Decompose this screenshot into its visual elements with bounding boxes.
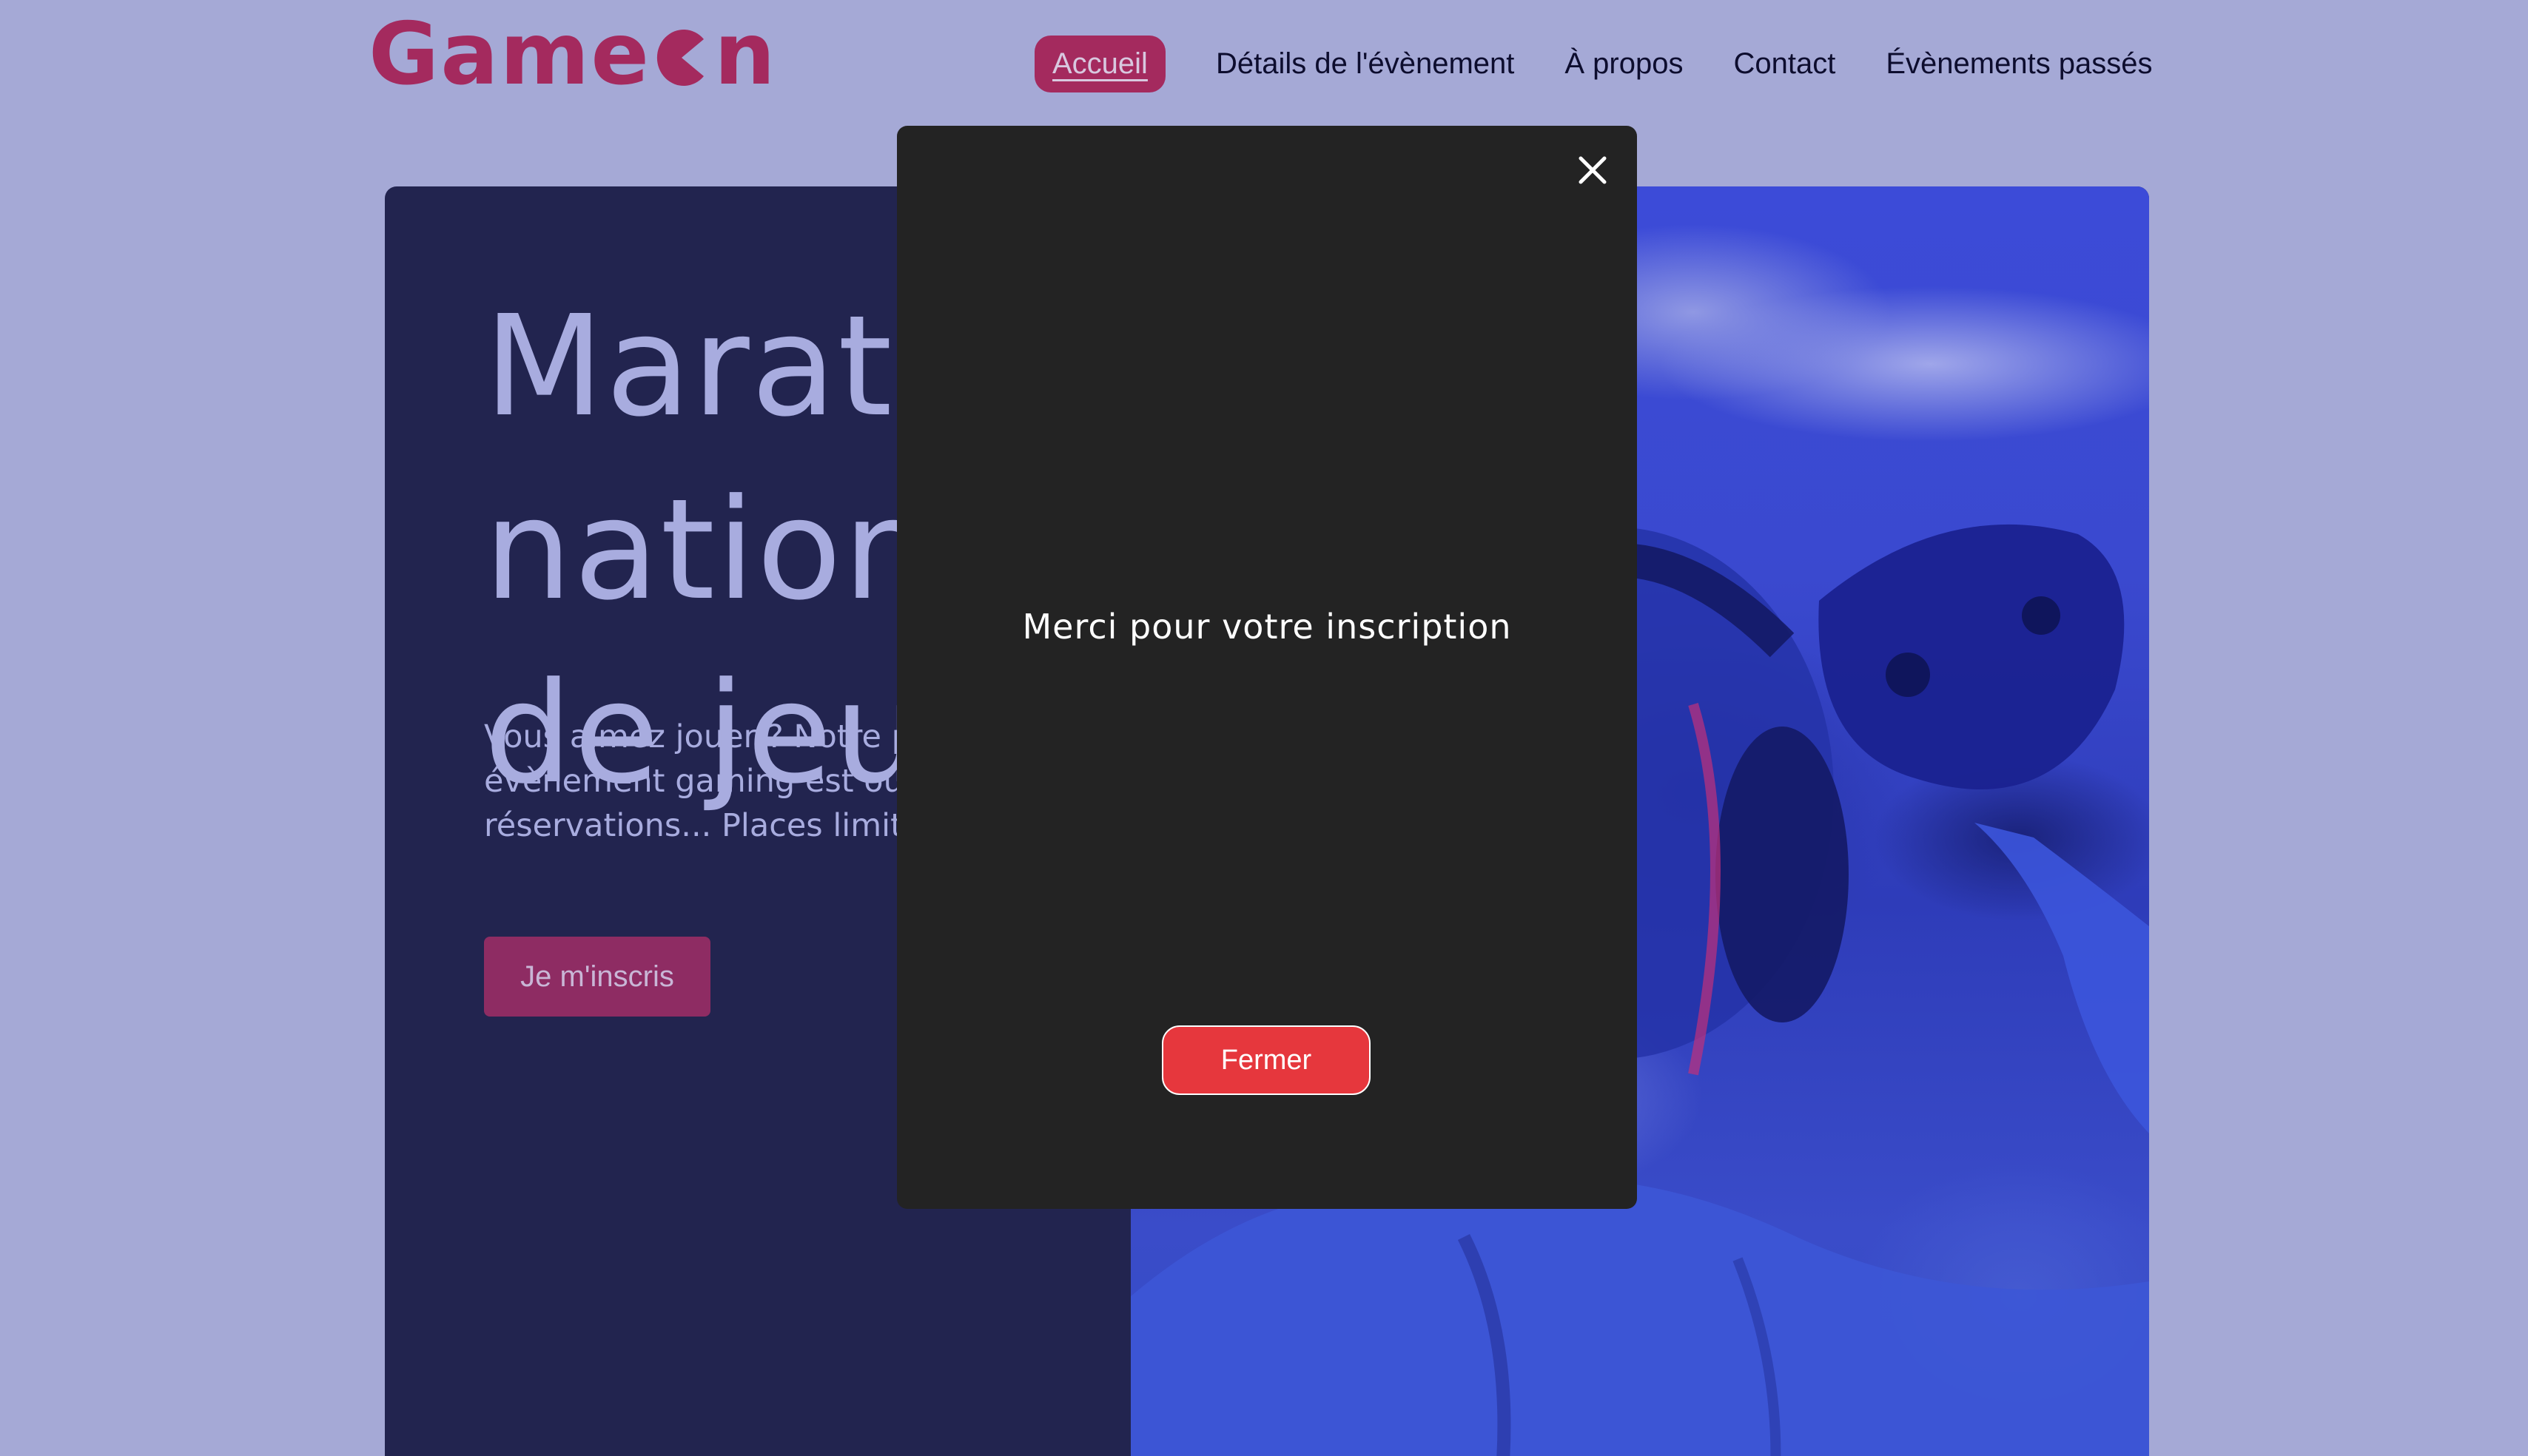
logo-text-end: n xyxy=(714,4,777,104)
logo[interactable]: Game n xyxy=(369,10,777,99)
register-button[interactable]: Je m'inscris xyxy=(484,937,710,1017)
nav-item-contact[interactable]: Contact xyxy=(1733,47,1835,81)
modal-message: Merci pour votre inscription xyxy=(1022,607,1512,647)
nav-item-past-events[interactable]: Évènements passés xyxy=(1886,47,2152,81)
nav-item-accueil[interactable]: Accueil xyxy=(1035,35,1166,92)
logo-text-start: Game xyxy=(369,4,651,104)
close-icon[interactable] xyxy=(1570,148,1615,192)
main-nav: Accueil Détails de l'évènement À propos … xyxy=(1035,28,2153,99)
logo-pacman-icon xyxy=(656,29,705,86)
nav-item-about[interactable]: À propos xyxy=(1564,47,1683,81)
confirmation-modal: Merci pour votre inscription Fermer xyxy=(897,126,1637,1209)
modal-close-button[interactable]: Fermer xyxy=(1162,1025,1371,1095)
nav-item-details[interactable]: Détails de l'évènement xyxy=(1216,47,1514,81)
